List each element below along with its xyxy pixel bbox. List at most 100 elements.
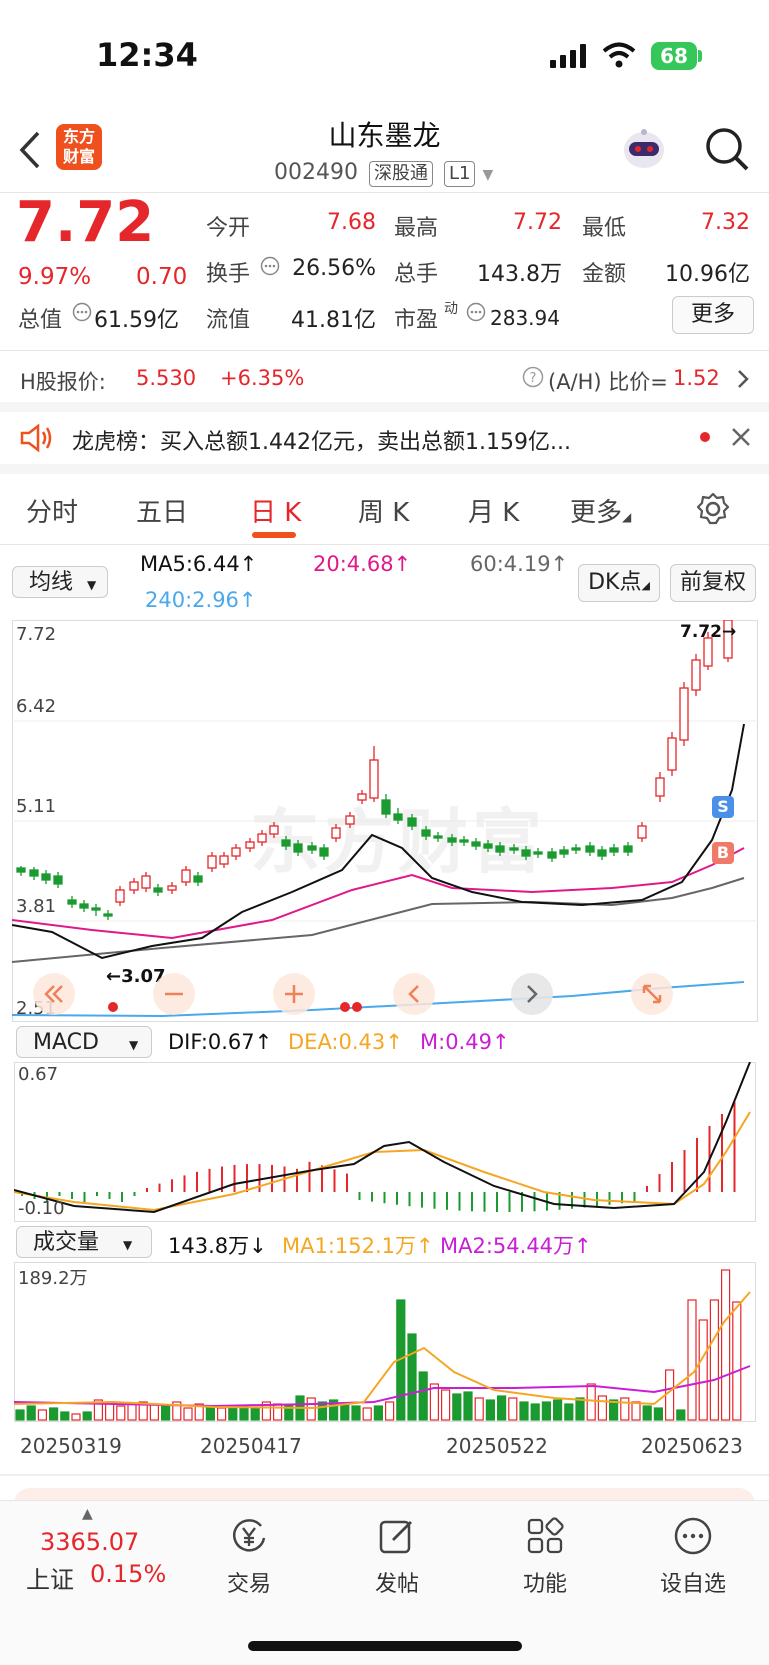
info-dots-icon[interactable] [466,302,486,322]
pe-sup: 动 [444,301,458,317]
scroll-left-icon[interactable] [392,972,436,1016]
volume-bar [687,1299,697,1421]
event-dot [340,1002,350,1012]
kline-y-4: 3.81 [16,896,57,917]
volume-bar [48,1407,59,1421]
home-indicator [248,1641,522,1651]
date-label: 20250417 [200,1434,302,1458]
candle-body [167,885,177,891]
volume-bar [116,1405,126,1421]
indicator-select-volume[interactable]: 成交量 ▼ [16,1226,152,1258]
candle-body [103,913,113,917]
close-icon[interactable] [730,426,752,448]
info-dots-icon[interactable] [72,302,92,322]
stock-subtitle[interactable]: 002490 深股通 L1 ▼ [274,160,493,187]
hshare-change: +6.35% [220,366,305,390]
candle-body [609,847,619,853]
volume-bar [407,1333,417,1421]
gear-icon[interactable] [696,492,730,526]
index-caret-up-icon: ▲ [82,1506,93,1522]
kline-chart[interactable] [12,620,758,1022]
volume-bar [441,1389,451,1421]
nav-watchlist[interactable]: 设自选 [638,1516,748,1598]
volume-bar [250,1407,260,1421]
candle-body [231,847,241,857]
macd-m: M:0.49↑ [420,1030,510,1054]
connect-tag: 深股通 [368,161,433,187]
high-value: 7.72 [513,210,562,235]
tab-monthly-k[interactable]: 月 K [468,492,519,529]
candle-body [433,835,443,839]
volume-bars [15,1269,742,1421]
nav-trade[interactable]: 交易 [194,1516,304,1598]
nav-post[interactable]: 发帖 [342,1516,452,1598]
status-time: 12:34 [96,36,198,74]
open-value: 7.68 [327,210,376,235]
zoom-out-icon[interactable] [152,972,196,1016]
volume-bar [183,1407,193,1421]
scroll-left-fast-icon[interactable] [32,972,76,1016]
low-value: 7.32 [701,210,750,235]
volume-bar [720,1269,731,1421]
help-icon[interactable]: ? [522,366,544,388]
amount-label: 金额 [582,262,627,287]
candle-body [257,833,267,843]
nav-functions[interactable]: 功能 [490,1516,600,1598]
ma5-value: MA5:6.44↑ [140,552,258,576]
candle-body [115,889,125,903]
volume-bar [497,1395,507,1421]
candle-body [703,637,713,667]
kline-y-2: 6.42 [16,696,57,717]
robot-assistant-icon[interactable] [620,126,668,172]
candle-body [447,837,457,843]
candle-body [29,869,39,877]
candle-body [369,759,379,799]
candle-body [219,855,229,865]
candle-body [637,825,647,839]
volume-y-top: 189.2万 [18,1268,88,1289]
macd-y-bottom: -0.10 [18,1198,65,1219]
scroll-right-icon[interactable] [510,972,554,1016]
caret-down-icon: ▼ [482,167,494,183]
dk-point-button[interactable]: DK点◢ [578,564,660,602]
fullscreen-icon[interactable] [630,972,674,1016]
indicator-select-ma[interactable]: 均线 ▼ [12,566,108,598]
index-value[interactable]: 3365.07 [40,1528,139,1556]
volume-bar [340,1403,350,1421]
macd-chart[interactable] [14,1062,756,1222]
search-icon[interactable] [704,126,750,172]
sell-marker: S [712,796,734,818]
float-value: 41.81亿 [291,308,376,333]
candle-body [597,849,607,857]
indicator-select-macd[interactable]: MACD ▼ [16,1026,152,1058]
price-adjust-button[interactable]: 前复权 [670,564,756,602]
volume-bar [373,1405,383,1421]
zoom-in-icon[interactable] [272,972,316,1016]
grid-icon [527,1517,564,1554]
candle-body [655,777,665,797]
dragon-tiger-notice[interactable]: 龙虎榜：买入总额1.442亿元，卖出总额1.159亿... [72,424,652,456]
candle-body [141,875,151,889]
candle-body [53,875,63,885]
tab-weekly-k[interactable]: 周 K [358,492,409,529]
tab-more[interactable]: 更多◢ [570,492,631,529]
tab-intraday[interactable]: 分时 [26,492,78,529]
volume-bar [564,1403,574,1421]
candle-body [293,843,303,853]
low-label: 最低 [582,216,627,241]
tab-daily-k[interactable]: 日 K [250,492,301,529]
index-pct[interactable]: 0.15% [90,1560,166,1588]
candle-body [623,845,633,853]
volume-chart[interactable] [14,1262,756,1422]
candle-body [533,851,543,855]
volume-bar [620,1397,630,1421]
index-name[interactable]: 上证 [26,1560,74,1595]
candle-body [331,827,341,839]
turnover-label: 换手 [206,262,251,287]
tab-five-day[interactable]: 五日 [136,492,188,529]
ma60-value: 60:4.19↑ [470,552,569,576]
info-dots-icon[interactable] [260,256,280,276]
more-quote-button[interactable]: 更多 [672,296,754,334]
volume-bar [530,1403,540,1421]
chevron-right-icon[interactable] [736,368,750,390]
